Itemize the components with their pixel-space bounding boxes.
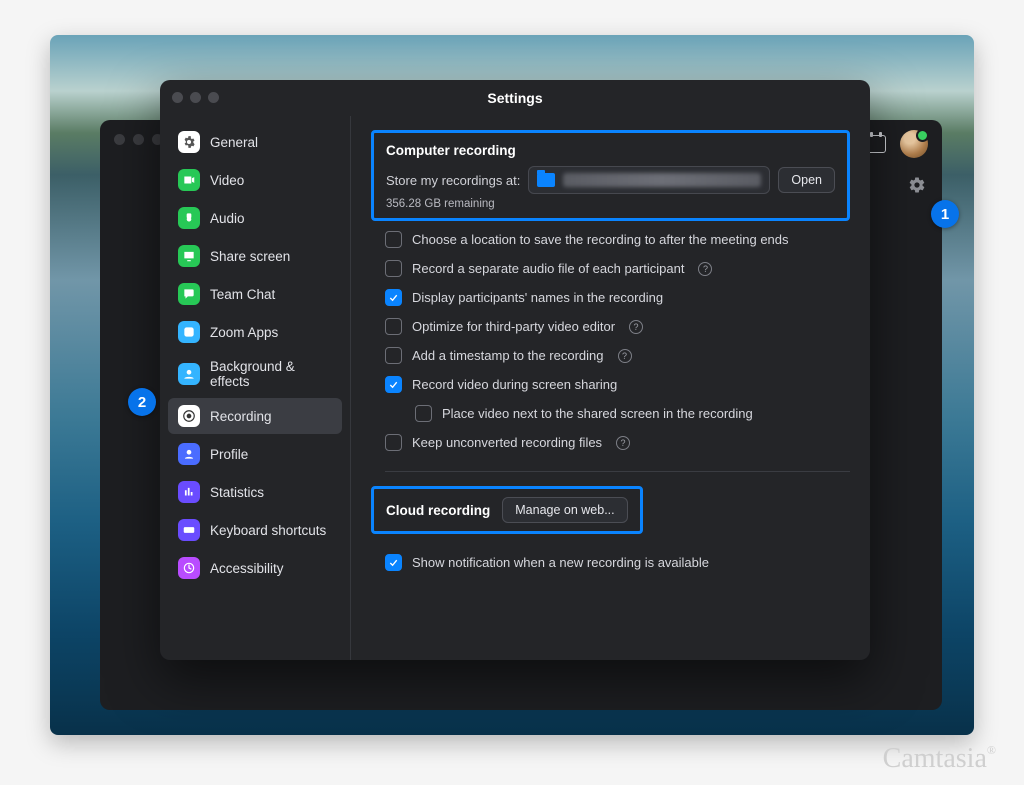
cloud-recording-highlight: Cloud recording Manage on web... — [371, 486, 643, 534]
sidebar-icon — [178, 481, 200, 503]
option-label: Display participants' names in the recor… — [412, 290, 663, 305]
checkbox[interactable] — [385, 231, 402, 248]
sidebar-item-label: Zoom Apps — [210, 325, 278, 340]
option-label: Optimize for third-party video editor — [412, 319, 615, 334]
sidebar-item-label: Keyboard shortcuts — [210, 523, 326, 538]
option-label: Keep unconverted recording files — [412, 435, 602, 450]
sidebar-item-label: Audio — [210, 211, 245, 226]
computer-recording-highlight: Computer recording Store my recordings a… — [371, 130, 850, 221]
window-title: Settings — [487, 90, 542, 106]
traffic-lights — [114, 134, 163, 145]
help-icon[interactable]: ? — [616, 436, 630, 450]
gear-icon[interactable] — [908, 176, 926, 194]
help-icon[interactable]: ? — [618, 349, 632, 363]
option-label: Record video during screen sharing — [412, 377, 617, 392]
settings-window: Settings General Video Audio Share screen Te… — [160, 80, 870, 660]
sidebar-item-accessibility[interactable]: Accessibility — [168, 550, 342, 586]
sidebar-item-label: Statistics — [210, 485, 264, 500]
sidebar-item-video[interactable]: Video — [168, 162, 342, 198]
sidebar-item-profile[interactable]: Profile — [168, 436, 342, 472]
sidebar-icon — [178, 405, 200, 427]
sidebar-item-statistics[interactable]: Statistics — [168, 474, 342, 510]
step-badge-1: 1 — [931, 200, 959, 228]
folder-icon — [537, 173, 555, 187]
sidebar-item-label: Team Chat — [210, 287, 275, 302]
sidebar-icon — [178, 557, 200, 579]
sidebar-icon — [178, 363, 200, 385]
sidebar-icon — [178, 245, 200, 267]
settings-content: Computer recording Store my recordings a… — [350, 116, 870, 660]
recording-option-row: Add a timestamp to the recording? — [371, 341, 850, 370]
store-recordings-label: Store my recordings at: — [386, 173, 520, 188]
recording-option-row: Optimize for third-party video editor? — [371, 312, 850, 341]
help-icon[interactable]: ? — [698, 262, 712, 276]
option-label: Add a timestamp to the recording — [412, 348, 604, 363]
sidebar-icon — [178, 207, 200, 229]
notify-label: Show notification when a new recording i… — [412, 555, 709, 570]
sidebar-item-label: Background & effects — [210, 359, 332, 389]
step-badge-2: 2 — [128, 388, 156, 416]
sidebar-item-general[interactable]: General — [168, 124, 342, 160]
recording-option-row: Display participants' names in the recor… — [371, 283, 850, 312]
checkbox[interactable] — [385, 260, 402, 277]
sidebar-icon — [178, 283, 200, 305]
sidebar-item-keyboard-shortcuts[interactable]: Keyboard shortcuts — [168, 512, 342, 548]
open-button[interactable]: Open — [778, 167, 835, 193]
recording-options-list: Choose a location to save the recording … — [371, 225, 850, 457]
help-icon[interactable]: ? — [629, 320, 643, 334]
separator — [385, 471, 850, 472]
watermark: Camtasia® — [883, 743, 996, 775]
sidebar-item-audio[interactable]: Audio — [168, 200, 342, 236]
sidebar-icon — [178, 169, 200, 191]
notify-checkbox[interactable] — [385, 554, 402, 571]
sidebar-item-background-effects[interactable]: Background & effects — [168, 352, 342, 396]
recording-option-row: Record a separate audio file of each par… — [371, 254, 850, 283]
sidebar-item-recording[interactable]: Recording — [168, 398, 342, 434]
storage-remaining: 356.28 GB remaining — [386, 198, 835, 210]
recording-path-value-blurred — [563, 173, 761, 187]
sidebar-item-label: Video — [210, 173, 244, 188]
sidebar-item-label: General — [210, 135, 258, 150]
sidebar-icon — [178, 519, 200, 541]
recording-option-row: Place video next to the shared screen in… — [371, 399, 850, 428]
sidebar-item-label: Accessibility — [210, 561, 284, 576]
sidebar-item-label: Recording — [210, 409, 272, 424]
settings-titlebar: Settings — [160, 80, 870, 116]
manage-on-web-button[interactable]: Manage on web... — [502, 497, 627, 523]
checkbox[interactable] — [385, 347, 402, 364]
sidebar-item-label: Profile — [210, 447, 248, 462]
sidebar-item-team-chat[interactable]: Team Chat — [168, 276, 342, 312]
sidebar-icon — [178, 321, 200, 343]
avatar[interactable] — [900, 130, 928, 158]
checkbox[interactable] — [385, 289, 402, 306]
checkbox[interactable] — [385, 376, 402, 393]
recording-option-row: Choose a location to save the recording … — [371, 225, 850, 254]
sidebar-item-share-screen[interactable]: Share screen — [168, 238, 342, 274]
option-label: Choose a location to save the recording … — [412, 232, 789, 247]
sidebar-item-zoom-apps[interactable]: Zoom Apps — [168, 314, 342, 350]
recording-option-row: Record video during screen sharing — [371, 370, 850, 399]
sidebar-item-label: Share screen — [210, 249, 290, 264]
option-label: Place video next to the shared screen in… — [442, 406, 753, 421]
recording-option-row: Keep unconverted recording files? — [371, 428, 850, 457]
sidebar-icon — [178, 443, 200, 465]
sidebar-icon — [178, 131, 200, 153]
traffic-lights[interactable] — [172, 92, 219, 103]
notify-option-row: Show notification when a new recording i… — [371, 548, 850, 577]
option-label: Record a separate audio file of each par… — [412, 261, 684, 276]
settings-sidebar: General Video Audio Share screen Team Chat Zo… — [160, 116, 350, 660]
checkbox[interactable] — [415, 405, 432, 422]
recording-path-field[interactable] — [528, 166, 770, 194]
checkbox[interactable] — [385, 434, 402, 451]
section-title-cloud-recording: Cloud recording — [386, 503, 490, 518]
section-title-computer-recording: Computer recording — [386, 143, 835, 158]
checkbox[interactable] — [385, 318, 402, 335]
